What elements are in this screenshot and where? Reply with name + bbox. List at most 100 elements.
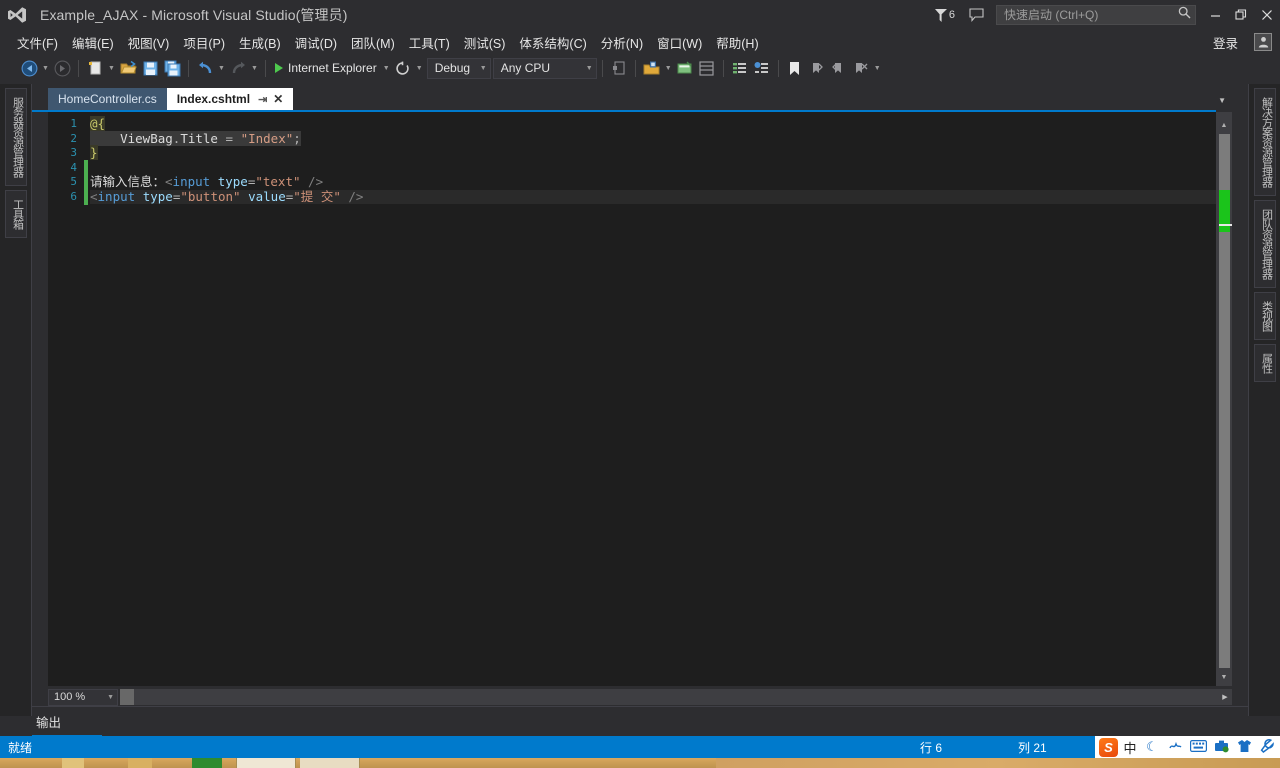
close-tab-icon[interactable]: ✕ <box>273 92 283 106</box>
navigate-forward-icon[interactable] <box>51 57 73 79</box>
previous-bookmark-icon[interactable] <box>806 57 828 79</box>
menu-debug[interactable]: 调试(D) <box>288 30 344 55</box>
menu-view[interactable]: 视图(V) <box>121 30 177 55</box>
notification-flag-icon[interactable]: 6 <box>934 8 955 22</box>
sidebar-item-properties[interactable]: 属性 <box>1253 344 1276 382</box>
sogou-glyph: S <box>1104 739 1113 755</box>
moon-icon[interactable]: ☾ <box>1142 739 1162 755</box>
solution-configuration-combo[interactable]: Debug ▼ <box>426 57 491 79</box>
scroll-up-arrow-icon[interactable]: ▲ <box>1216 117 1232 134</box>
menu-bar: 文件(F) 编辑(E) 视图(V) 项目(P) 生成(B) 调试(D) 团队(M… <box>0 30 1280 54</box>
quick-launch-input[interactable] <box>1004 8 1178 22</box>
ime-mode-indicator[interactable]: 中 <box>1121 738 1139 757</box>
restore-button[interactable] <box>1228 1 1254 29</box>
navigate-back-dropdown-icon[interactable]: ▼ <box>40 57 51 79</box>
toolbox-icon[interactable] <box>696 57 718 79</box>
save-all-icon[interactable] <box>161 57 183 79</box>
chevron-down-icon: ▼ <box>479 64 487 72</box>
solution-explorer-dropdown-icon[interactable]: ▼ <box>663 57 674 79</box>
ime-toolbox-icon[interactable] <box>1211 739 1231 756</box>
code-editor-surface[interactable]: 1 2 3 4 5 6 @{ ViewBag.Title = "Index"; … <box>48 112 1232 686</box>
sidebar-item-class-view[interactable]: 类视图 <box>1253 292 1276 340</box>
undo-arrow-icon[interactable] <box>194 57 216 79</box>
tab-index-cshtml[interactable]: Index.cshtml ⇥ ✕ <box>166 88 294 110</box>
solution-platform-combo[interactable]: Any CPU ▼ <box>492 57 597 79</box>
solution-explorer-icon[interactable] <box>641 57 663 79</box>
output-panel-title[interactable]: 输出 <box>32 707 1248 731</box>
start-debugging-button[interactable]: Internet Explorer <box>271 57 381 79</box>
code-line-6: <input type="button" value="提 交" /> <box>90 189 1220 204</box>
sidebar-item-toolbox[interactable]: 工具箱 <box>4 190 27 238</box>
clear-bookmarks-icon[interactable] <box>850 57 872 79</box>
menu-build[interactable]: 生成(B) <box>232 30 288 55</box>
save-icon[interactable] <box>139 57 161 79</box>
menu-project[interactable]: 项目(P) <box>176 30 232 55</box>
undo-dropdown-icon[interactable]: ▼ <box>216 57 227 79</box>
sidebar-item-solution-explorer[interactable]: 解决方案资源管理器 <box>1253 88 1276 196</box>
hscroll-right-button[interactable]: ▶ <box>1218 689 1232 705</box>
taskbar-icon[interactable] <box>192 758 222 768</box>
refresh-dropdown-icon[interactable]: ▼ <box>414 57 425 79</box>
new-file-icon[interactable] <box>84 57 106 79</box>
soft-keyboard-icon[interactable] <box>1188 739 1208 755</box>
code-line-5: 请输入信息：<input type="text" /> <box>90 174 324 189</box>
error-list-icon[interactable] <box>751 57 773 79</box>
skin-shirt-icon[interactable] <box>1234 739 1254 756</box>
voice-input-icon[interactable] <box>1165 739 1185 756</box>
taskbar-button-active[interactable] <box>236 758 296 768</box>
redo-dropdown-icon[interactable]: ▼ <box>249 57 260 79</box>
visual-studio-window: Example_AJAX - Microsoft Visual Studio(管… <box>0 0 1280 768</box>
pin-icon[interactable]: ⇥ <box>258 93 267 106</box>
sidebar-item-server-explorer[interactable]: 服务器资源管理器 <box>4 88 27 186</box>
toolbar-separator <box>777 59 779 77</box>
windows-taskbar <box>0 758 1280 768</box>
editor-vertical-scrollbar[interactable]: ✛ ▲ ▼ <box>1216 112 1232 686</box>
quick-launch-box[interactable] <box>996 5 1196 25</box>
user-account-icon[interactable] <box>1254 33 1272 51</box>
wrench-settings-icon[interactable] <box>1257 738 1277 756</box>
chevron-down-icon: ▼ <box>107 693 114 701</box>
menu-file[interactable]: 文件(F) <box>10 30 65 55</box>
taskbar-icon[interactable] <box>62 758 84 768</box>
new-file-dropdown-icon[interactable]: ▼ <box>106 57 117 79</box>
menu-architecture[interactable]: 体系结构(C) <box>512 30 593 55</box>
zoom-level-combo[interactable]: 100 % ▼ <box>48 688 118 706</box>
feedback-smiley-icon[interactable] <box>969 8 984 22</box>
scroll-down-arrow-icon[interactable]: ▼ <box>1216 669 1232 686</box>
bookmarks-dropdown-icon[interactable]: ▼ <box>872 57 883 79</box>
properties-window-icon[interactable] <box>674 57 696 79</box>
tab-label: Index.cshtml <box>176 92 251 106</box>
taskbar-icon[interactable] <box>128 758 152 768</box>
hscroll-left-button[interactable] <box>120 689 134 705</box>
step-into-icon[interactable] <box>608 57 630 79</box>
menu-help[interactable]: 帮助(H) <box>709 30 765 55</box>
menu-team[interactable]: 团队(M) <box>344 30 402 55</box>
open-folder-icon[interactable] <box>117 57 139 79</box>
chevron-down-icon[interactable]: ▼ <box>1218 96 1226 105</box>
tab-homecontroller-cs[interactable]: HomeController.cs <box>48 88 167 110</box>
taskbar-button[interactable] <box>300 758 360 768</box>
menu-analyze[interactable]: 分析(N) <box>594 30 650 55</box>
object-browser-icon[interactable] <box>729 57 751 79</box>
navigate-back-icon[interactable] <box>18 57 40 79</box>
editor-tab-strip: HomeController.cs Index.cshtml ⇥ ✕ <box>48 88 294 110</box>
menu-bar-right: 登录 <box>1205 30 1276 54</box>
refresh-circle-icon[interactable] <box>392 57 414 79</box>
close-button[interactable] <box>1254 1 1280 29</box>
sidebar-item-team-explorer[interactable]: 团队资源管理器 <box>1253 200 1276 288</box>
sogou-pinyin-icon[interactable]: S <box>1099 737 1118 757</box>
search-magnifier-icon[interactable] <box>1178 6 1191 24</box>
next-bookmark-icon[interactable] <box>828 57 850 79</box>
editor-horizontal-scrollbar[interactable]: ▶ <box>120 689 1232 705</box>
menu-edit[interactable]: 编辑(E) <box>65 30 121 55</box>
caret-position-marker <box>1219 224 1232 226</box>
start-debugging-dropdown-icon[interactable]: ▼ <box>381 57 392 79</box>
ime-tray: S 中 ☾ <box>1095 736 1280 758</box>
menu-window[interactable]: 窗口(W) <box>650 30 709 55</box>
menu-tools[interactable]: 工具(T) <box>402 30 457 55</box>
menu-test[interactable]: 测试(S) <box>457 30 513 55</box>
minimize-button[interactable] <box>1202 1 1228 29</box>
sign-in-button[interactable]: 登录 <box>1205 30 1246 55</box>
redo-arrow-icon[interactable] <box>227 57 249 79</box>
bookmark-icon[interactable] <box>784 57 806 79</box>
